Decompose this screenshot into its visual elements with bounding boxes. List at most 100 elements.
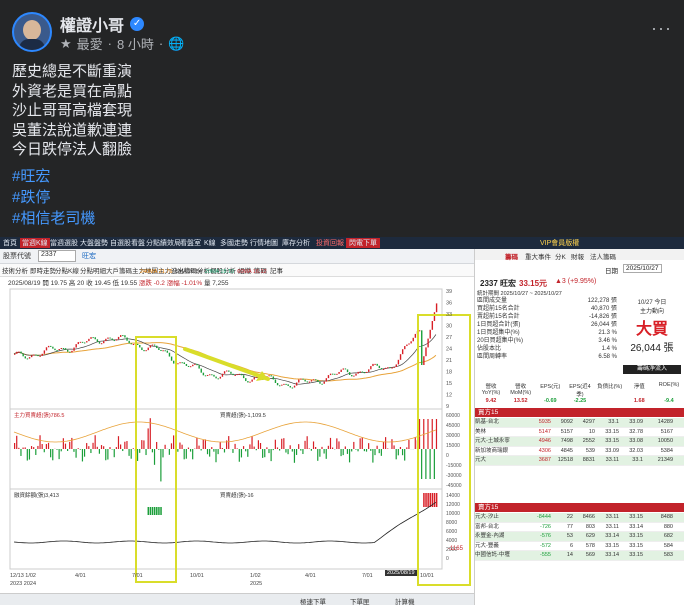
order-box-button[interactable]: 下單匣: [350, 596, 370, 605]
broker-row[interactable]: 元大-土城永寧 4946 7498 2552 33.15 33.08 10050: [475, 437, 684, 447]
sub1-bar: [204, 439, 206, 449]
tab-tech[interactable]: 技術分析: [2, 265, 28, 275]
sub1-value: 買賣超(張)-1,109.5: [220, 413, 266, 419]
candle: [342, 368, 344, 370]
menu-item[interactable]: 投資回報: [316, 238, 344, 248]
broker-cell: 22: [566, 514, 573, 520]
menu-item[interactable]: 大盤盤勢: [80, 238, 108, 248]
sub1-bar: [60, 449, 62, 452]
sub1-bar: [401, 449, 404, 456]
broker-cell: 10: [588, 428, 595, 435]
menu-item[interactable]: 庫存分析: [282, 238, 310, 248]
tab[interactable]: 分點明細: [80, 265, 106, 275]
menu-item[interactable]: 首頁: [3, 238, 17, 248]
candle: [325, 378, 328, 382]
right-tab[interactable]: 財報: [571, 251, 584, 261]
broker-row[interactable]: 永豐金-內湖 -576 53 629 33.14 33.15 682: [475, 532, 684, 542]
stock-code-input[interactable]: 2337: [38, 250, 76, 262]
candle: [340, 369, 342, 372]
indicator-value: -9.4: [664, 398, 674, 404]
candle: [120, 335, 122, 337]
candle: [136, 343, 139, 345]
menu-item[interactable]: 閃電下單: [346, 238, 380, 248]
tab[interactable]: 記事: [270, 265, 283, 275]
candle: [168, 352, 171, 357]
y-tick-label: 6000: [446, 529, 457, 535]
menu-item[interactable]: 當週K線: [20, 238, 50, 248]
candle: [192, 364, 194, 367]
hashtag-link[interactable]: #相信老司機: [12, 208, 95, 229]
stock-name[interactable]: 旺宏: [82, 251, 96, 261]
right-tab[interactable]: 法人籌碼: [590, 251, 616, 261]
broker-cell: 32.03: [629, 447, 643, 454]
y-tick-label: 39: [446, 289, 452, 295]
x-tick-label: 1/02: [250, 573, 261, 579]
broker-row[interactable]: 美林 5147 5157 10 33.15 32.78 5167: [475, 427, 684, 437]
sub1-bar: [300, 449, 302, 451]
broker-row[interactable]: 中國信託-中壢 -555 14 569 33.14 33.15 583: [475, 551, 684, 561]
right-tab[interactable]: 重大事件: [525, 251, 551, 261]
broker-row[interactable]: 富邦-台北 -726 77 803 33.11 33.14 880: [475, 522, 684, 532]
broker-cell: 33.09: [605, 447, 619, 454]
candle: [406, 344, 408, 347]
right-tab[interactable]: 分K: [555, 251, 566, 261]
sub1-bar: [217, 449, 219, 455]
sub1-bar: [26, 449, 28, 461]
vip-label[interactable]: VIP會員版權: [540, 238, 579, 248]
quick-order-button[interactable]: 極速下單: [300, 596, 326, 605]
candle: [128, 340, 130, 344]
post-line: 今日跌停法人翻臉: [12, 141, 133, 159]
price-chart-svg[interactable]: 3936333027242118151296000045000300001500…: [0, 277, 474, 593]
broker-row[interactable]: 元大-豐義 -572 6 578 33.15 33.15 584: [475, 541, 684, 551]
y-tick-label: 0: [446, 556, 449, 562]
candle: [35, 354, 37, 356]
right-tab[interactable]: 籌碼: [505, 251, 518, 261]
sub1-bar: [329, 437, 332, 449]
post-time[interactable]: 8 小時: [117, 34, 154, 53]
hashtag-link[interactable]: #跌停: [12, 187, 95, 208]
candle: [64, 348, 67, 350]
more-options-icon[interactable]: ···: [651, 18, 672, 39]
x-tick-label: 10/01: [420, 573, 434, 579]
candle: [202, 372, 205, 376]
broker-row[interactable]: 新加坡商瑞銀 4306 4845 539 33.09 32.03 5384: [475, 446, 684, 456]
author-name[interactable]: 權證小哥: [60, 12, 124, 36]
calculator-button[interactable]: 計算機: [395, 596, 415, 605]
candle: [206, 374, 209, 376]
hashtag-link[interactable]: #旺宏: [12, 166, 95, 187]
candle: [304, 379, 306, 382]
y-tick-label: 30: [446, 324, 452, 330]
buyers-header-label: 買方15: [478, 409, 499, 416]
menu-item[interactable]: 分點績效局: [146, 238, 181, 248]
sub1-bar: [109, 447, 111, 449]
date-picker[interactable]: 2025/10/27: [623, 264, 662, 273]
menu-item[interactable]: 看盤室: [180, 238, 201, 248]
candle: [308, 381, 311, 383]
sub1-bar: [77, 448, 79, 449]
post-image-screenshot[interactable]: 首頁 當週K線 當週選股 大盤盤勢 自選股看盤 分點績效局 看盤室 K線 多國走…: [0, 237, 684, 605]
menu-item[interactable]: 行情地圖: [250, 238, 278, 248]
chart-area[interactable]: 2025/08/19 開 19.75 高 20 收 19.45 低 19.55 …: [0, 269, 474, 593]
tab[interactable]: 大戶籌碼: [106, 265, 132, 275]
broker-cell: -8444: [536, 514, 551, 520]
tab[interactable]: 分點K線: [55, 265, 79, 275]
author-avatar[interactable]: [12, 12, 52, 52]
candle: [109, 337, 111, 339]
right-tabs: 籌碼 重大事件 分K 財報 法人籌碼: [475, 249, 684, 261]
broker-row[interactable]: 凱基-台北 5935 9092 4297 33.1 33.09 14289: [475, 418, 684, 428]
candle: [230, 371, 232, 374]
sub1-bar: [143, 440, 145, 449]
menu-item[interactable]: 多國走勢: [220, 238, 248, 248]
candle: [43, 350, 46, 354]
sellers-header: 賣方15: [475, 503, 684, 512]
post-meta: ★ 最愛 · 8 小時 · 🌐: [60, 34, 185, 53]
broker-row[interactable]: 元大 3687 12518 8831 33.11 33.1 21349: [475, 456, 684, 466]
candle: [92, 337, 94, 339]
stat-row: 區間周轉率 6.58 %: [477, 354, 617, 360]
menu-item[interactable]: 當週選股: [50, 238, 78, 248]
broker-row[interactable]: 元大-汐止 -8444 22 8466 33.11 33.15 8488: [475, 513, 684, 523]
menu-item[interactable]: 自選股看盤: [110, 238, 145, 248]
candle: [391, 367, 393, 369]
menu-item[interactable]: K線: [204, 238, 216, 248]
tab[interactable]: 即時走勢: [30, 265, 56, 275]
